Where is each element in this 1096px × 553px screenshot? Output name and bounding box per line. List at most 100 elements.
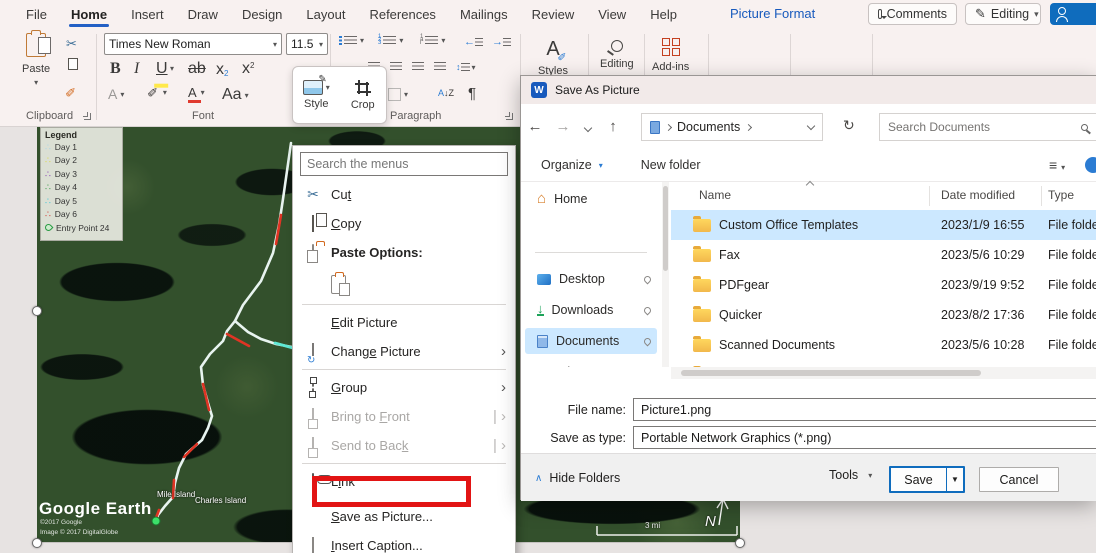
home-icon: ⌂ [537, 193, 546, 205]
numbering-button[interactable]: 123▾ [378, 36, 403, 45]
line-spacing-button[interactable]: ↕▾ [456, 62, 476, 72]
menu-item-edit-picture[interactable]: Edit Picture [293, 308, 515, 337]
tab-home[interactable]: Home [59, 2, 119, 27]
column-name[interactable]: Name [699, 188, 731, 202]
cut-button[interactable]: ✂ [66, 36, 77, 52]
chevron-down-icon[interactable] [807, 121, 815, 129]
menu-item-change-picture[interactable]: Change Picture› [293, 337, 515, 366]
file-row-custom-office-templates[interactable]: Custom Office Templates2023/1/9 16:55Fil… [671, 210, 1096, 240]
file-row-scanned-documents[interactable]: Scanned Documents2023/5/6 10:28File fold… [671, 330, 1096, 360]
help-icon-partial[interactable] [1085, 157, 1096, 173]
crop-button[interactable]: Crop [340, 67, 387, 123]
tab-mailings[interactable]: Mailings [448, 2, 520, 27]
sidebar-item-downloads[interactable]: ↓Downloads [525, 297, 657, 323]
strikethrough-button[interactable]: ab [188, 60, 206, 78]
sort-button[interactable]: A↓Z [438, 88, 454, 98]
file-row-pdfgear[interactable]: PDFgear2023/9/19 9:52File folder [671, 270, 1096, 300]
sidebar-item-home[interactable]: ⌂Home [525, 186, 657, 212]
file-name-input[interactable] [633, 398, 1096, 421]
align-right-button[interactable] [412, 62, 424, 71]
tab-view[interactable]: View [586, 2, 638, 27]
organize-dropdown[interactable]: Organize▾ [541, 158, 603, 172]
copy-button[interactable] [68, 58, 78, 70]
refresh-button[interactable]: ↻ [843, 117, 855, 134]
highlight-color-button[interactable]: ✎▾ [148, 84, 167, 100]
underline-button[interactable]: U [156, 60, 168, 78]
format-painter-button[interactable]: ✎ [66, 84, 77, 100]
column-type[interactable]: Type [1048, 188, 1074, 202]
hide-folders-button[interactable]: ∧Hide Folders [535, 471, 620, 485]
font-size-combobox[interactable]: 11.5▾ [286, 33, 328, 55]
paste-option-keep-source[interactable] [293, 267, 515, 301]
decrease-indent-button[interactable]: ← [464, 36, 483, 48]
editing-button[interactable]: ✎ Editing ▾ [965, 3, 1041, 25]
file-row-quicker[interactable]: Quicker2023/8/2 17:36File folder [671, 300, 1096, 330]
tab-draw[interactable]: Draw [176, 2, 230, 27]
align-center-button[interactable] [390, 62, 402, 71]
clipboard-dialog-launcher[interactable] [84, 113, 91, 120]
column-date-modified[interactable]: Date modified [941, 188, 1015, 202]
font-name-combobox[interactable]: Times New Roman▾ [104, 33, 282, 55]
chevron-right-icon [745, 123, 752, 130]
tab-references[interactable]: References [357, 2, 447, 27]
multilevel-list-button[interactable]: 1ai▾ [420, 36, 445, 45]
increase-indent-button[interactable]: → [492, 36, 511, 48]
tools-dropdown[interactable]: Tools▾ [829, 468, 872, 482]
up-button[interactable]: ↑ [599, 118, 627, 135]
recent-locations-dropdown[interactable] [577, 118, 599, 135]
tab-insert[interactable]: Insert [119, 2, 176, 27]
menu-item-cut[interactable]: ✂Cut [293, 180, 515, 209]
menu-search-input[interactable] [300, 152, 508, 176]
menu-item-group[interactable]: Group› [293, 373, 515, 402]
cancel-button[interactable]: Cancel [979, 467, 1059, 492]
style-button[interactable]: ▾ Style [293, 67, 340, 123]
tab-file[interactable]: File [14, 2, 59, 27]
sidebar-item-documents[interactable]: Documents [525, 328, 657, 354]
breadcrumb-item[interactable]: Documents [677, 120, 740, 134]
resize-handle-left[interactable] [32, 306, 42, 316]
superscript-button[interactable]: x2 [242, 60, 254, 78]
bold-button[interactable]: B [110, 60, 121, 78]
menu-item-copy[interactable]: Copy [293, 209, 515, 238]
bullets-button[interactable]: ▾ [339, 36, 364, 45]
tab-layout[interactable]: Layout [294, 2, 357, 27]
sidebar-item-desktop[interactable]: Desktop [525, 266, 657, 292]
view-mode-button[interactable]: ≡ ▾ [1049, 157, 1065, 173]
subscript-button[interactable]: x2 [216, 61, 228, 79]
save-as-type-select[interactable] [633, 426, 1096, 449]
save-button[interactable]: Save▼ [889, 466, 965, 493]
file-row-fax[interactable]: Fax2023/5/6 10:29File folder [671, 240, 1096, 270]
styles-button[interactable]: A✎ Styles [538, 38, 568, 77]
paste-button[interactable]: Paste ▾ [22, 33, 50, 87]
sidebar-scrollbar[interactable] [662, 182, 669, 367]
dialog-search-box[interactable]: Search Documents [879, 113, 1096, 141]
text-effects-button[interactable]: A▾ [108, 86, 124, 102]
tab-picture-format[interactable]: Picture Format [730, 0, 815, 28]
file-list-scrollbar[interactable] [671, 367, 1096, 379]
pilcrow-button[interactable]: ¶ [468, 85, 476, 102]
change-case-button[interactable]: Aa▾ [222, 86, 249, 104]
forward-button[interactable]: → [549, 118, 577, 135]
comments-button[interactable]: Comments [868, 3, 957, 25]
back-button[interactable]: ← [521, 118, 549, 135]
new-folder-button[interactable]: New folder [641, 158, 701, 172]
italic-button[interactable]: I [134, 60, 139, 78]
font-color-button[interactable]: A▾ [188, 85, 205, 100]
file-row-partial[interactable] [671, 360, 1096, 367]
share-button-partial[interactable] [1050, 3, 1096, 25]
resize-handle-bottom-right[interactable] [735, 538, 745, 548]
addins-button[interactable]: Add-ins [652, 38, 689, 73]
paragraph-dialog-launcher[interactable] [506, 113, 513, 120]
save-split-dropdown[interactable]: ▼ [946, 468, 963, 491]
justify-button[interactable] [434, 62, 446, 71]
resize-handle-bottom-left[interactable] [32, 538, 42, 548]
menu-item-insert-caption[interactable]: Insert Caption... [293, 531, 515, 553]
tab-help[interactable]: Help [638, 2, 689, 27]
tab-design[interactable]: Design [230, 2, 294, 27]
borders-button[interactable]: ▾ [388, 88, 408, 101]
tab-review[interactable]: Review [520, 2, 587, 27]
sidebar-item-pictures[interactable]: Pictures [525, 359, 657, 367]
underline-dropdown[interactable]: ▾ [170, 64, 174, 73]
breadcrumb[interactable]: Documents [641, 113, 823, 141]
ribbon-editing-button[interactable]: Editing [600, 40, 634, 70]
